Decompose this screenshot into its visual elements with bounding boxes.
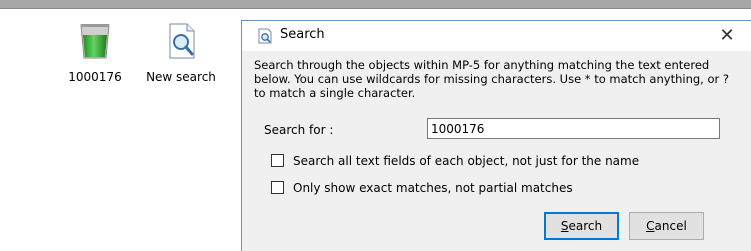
top-border xyxy=(0,0,751,9)
desktop-item-1000176[interactable]: 1000176 xyxy=(53,22,137,84)
search-for-label: Search for : xyxy=(264,123,334,137)
close-button[interactable]: ✕ xyxy=(715,24,739,48)
dialog-titlebar[interactable]: Search ✕ xyxy=(242,21,751,51)
search-all-fields-checkbox[interactable]: Search all text fields of each object, n… xyxy=(271,154,639,168)
checkbox-label: Search all text fields of each object, n… xyxy=(293,154,640,168)
checkbox-box[interactable] xyxy=(271,181,284,194)
checkbox-box[interactable] xyxy=(271,154,284,167)
desktop-item-label: 1000176 xyxy=(68,70,122,84)
cancel-button[interactable]: Cancel xyxy=(629,212,704,240)
search-button[interactable]: Search xyxy=(544,212,619,240)
search-input[interactable] xyxy=(427,118,720,139)
checkbox-label: Only show exact matches, not partial mat… xyxy=(293,181,573,195)
green-bin-icon xyxy=(80,24,110,59)
close-icon: ✕ xyxy=(719,25,735,46)
dialog-description: Search through the objects within MP-5 f… xyxy=(254,58,729,100)
dialog-title: Search xyxy=(280,27,325,42)
search-document-icon xyxy=(258,28,272,44)
search-document-icon xyxy=(169,23,195,59)
desktop-item-new-search[interactable]: New search xyxy=(139,22,223,84)
search-dialog: Search ✕ Search through the objects with… xyxy=(241,20,751,251)
exact-matches-checkbox[interactable]: Only show exact matches, not partial mat… xyxy=(271,181,573,195)
desktop-item-label: New search xyxy=(146,70,216,84)
